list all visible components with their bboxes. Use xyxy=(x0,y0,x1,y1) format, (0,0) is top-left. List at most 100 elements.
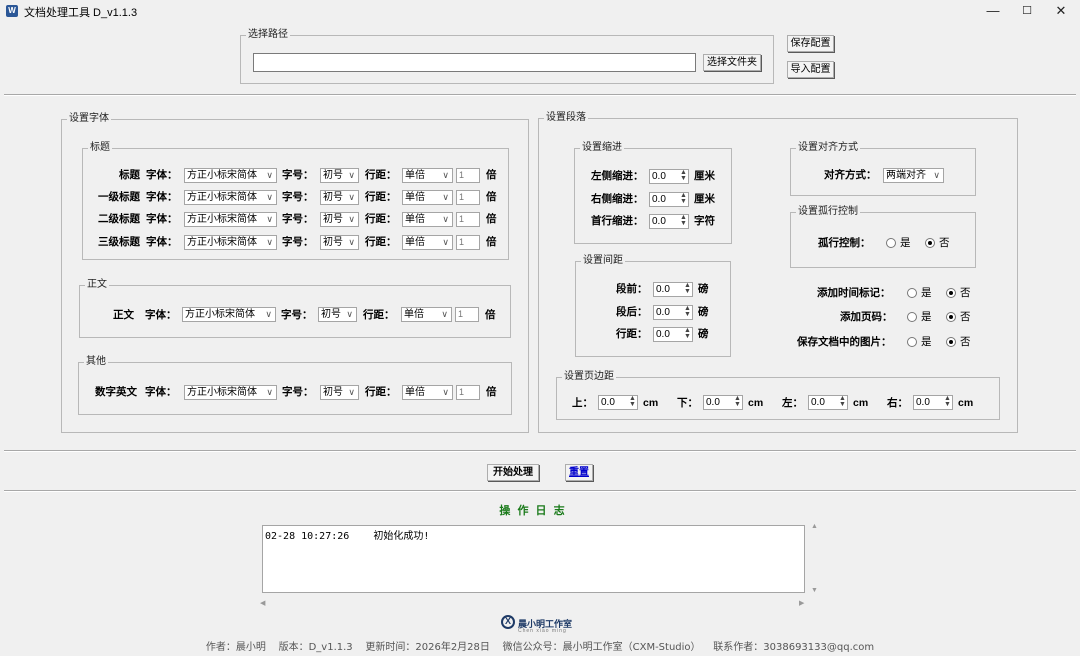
footer-info: 作者：晨小明 版本：D_v1.1.3 更新时间：2026年2月28日 微信公众号… xyxy=(205,642,875,653)
orphan-yes-radio[interactable] xyxy=(886,238,896,248)
keep-images-label: 保存文档中的图片： xyxy=(797,336,892,348)
margin-top-spinbox[interactable]: 0.0 ▲ ▼ xyxy=(598,395,638,410)
first-indent-spinbox[interactable]: 0.0 ▲ ▼ xyxy=(649,214,689,229)
import-config-button[interactable]: 导入配置 xyxy=(787,61,834,78)
spacing-group-title: 设置间距 xyxy=(581,255,625,267)
timestamp-yes-label: 是 xyxy=(921,287,932,299)
other-spacing-select[interactable]: 单倍 ∨ xyxy=(402,385,453,400)
margin-left-spinbox[interactable]: 0.0 ▲ ▼ xyxy=(808,395,848,410)
alignment-value: 两端对齐 xyxy=(886,170,926,181)
heading-size-value: 初号 xyxy=(323,170,343,181)
orphan-no-radio[interactable] xyxy=(925,238,935,248)
studio-pinyin: Chen xiao ming xyxy=(518,628,567,634)
margin-bottom-spinbox[interactable]: 0.0 ▲ ▼ xyxy=(703,395,743,410)
space-after-spinbox[interactable]: 0.0 ▲ ▼ xyxy=(653,305,693,320)
scroll-down-icon[interactable]: ▼ xyxy=(811,587,818,594)
heading-font-select[interactable]: 方正小标宋简体 ∨ xyxy=(184,168,277,183)
browse-folder-button[interactable]: 选择文件夹 xyxy=(703,54,761,71)
alignment-select[interactable]: 两端对齐 ∨ xyxy=(883,168,944,183)
heading-size-select[interactable]: 初号 ∨ xyxy=(320,235,359,250)
scroll-right-icon[interactable]: ▶ xyxy=(799,599,804,607)
heading-font-select[interactable]: 方正小标宋简体 ∨ xyxy=(184,235,277,250)
keep-images-no-radio[interactable] xyxy=(946,337,956,347)
page-number-no-radio[interactable] xyxy=(946,312,956,322)
other-size-label: 字号： xyxy=(282,386,314,398)
save-config-button[interactable]: 保存配置 xyxy=(787,35,834,52)
heading-spacing-select[interactable]: 单倍 ∨ xyxy=(402,212,453,227)
log-title: 操 作 日 志 xyxy=(499,505,567,517)
space-before-spinbox[interactable]: 0.0 ▲ ▼ xyxy=(653,282,693,297)
heading-spacing-label: 行距： xyxy=(365,213,397,225)
space-after-unit: 磅 xyxy=(698,306,709,318)
heading-size-select[interactable]: 初号 ∨ xyxy=(320,190,359,205)
heading-size-value: 初号 xyxy=(323,237,343,248)
timestamp-no-radio[interactable] xyxy=(946,288,956,298)
chevron-down-icon: ∨ xyxy=(266,192,273,202)
separator-top xyxy=(4,94,1076,96)
heading-spacing-select[interactable]: 单倍 ∨ xyxy=(402,168,453,183)
heading-font-select[interactable]: 方正小标宋简体 ∨ xyxy=(184,212,277,227)
left-indent-unit: 厘米 xyxy=(694,170,715,182)
spin-arrows-icon: ▲ ▼ xyxy=(680,169,687,182)
heading-size-value: 初号 xyxy=(323,192,343,203)
scroll-left-icon[interactable]: ◀ xyxy=(260,599,265,607)
heading-spacing-select[interactable]: 单倍 ∨ xyxy=(402,190,453,205)
other-spacing-multiple[interactable]: 1 xyxy=(456,385,480,400)
margin-top-label: 上： xyxy=(572,397,593,409)
reset-button[interactable]: 重置 xyxy=(565,464,593,481)
first-indent-value: 0.0 xyxy=(652,216,666,227)
log-entry: 02-28 10:27:26 初始化成功! xyxy=(265,531,430,542)
other-row-name: 数字英文 xyxy=(95,386,137,398)
heading-spacing-multiple[interactable]: 1 xyxy=(456,190,480,205)
heading-font-select[interactable]: 方正小标宋简体 ∨ xyxy=(184,190,277,205)
left-indent-label: 左侧缩进： xyxy=(591,170,644,182)
other-size-select[interactable]: 初号 ∨ xyxy=(320,385,359,400)
chevron-down-icon: ∨ xyxy=(933,170,940,180)
heading-font-value: 方正小标宋简体 xyxy=(187,192,257,203)
timestamp-yes-radio[interactable] xyxy=(907,288,917,298)
chevron-down-icon: ∨ xyxy=(348,214,355,224)
body-font-select[interactable]: 方正小标宋简体 ∨ xyxy=(182,307,276,322)
indent-group-title: 设置缩进 xyxy=(580,142,624,154)
right-indent-spinbox[interactable]: 0.0 ▲ ▼ xyxy=(649,192,689,207)
heading-spacing-multiple[interactable]: 1 xyxy=(456,235,480,250)
body-size-select[interactable]: 初号 ∨ xyxy=(318,307,357,322)
margin-bottom-label: 下： xyxy=(677,397,698,409)
other-group-title: 其他 xyxy=(84,356,108,368)
body-font-value: 方正小标宋简体 xyxy=(185,309,255,320)
heading-size-select[interactable]: 初号 ∨ xyxy=(320,168,359,183)
body-spacing-select[interactable]: 单倍 ∨ xyxy=(401,307,452,322)
scroll-up-icon[interactable]: ▲ xyxy=(811,523,818,530)
line-spacing-spinbox[interactable]: 0.0 ▲ ▼ xyxy=(653,327,693,342)
first-indent-label: 首行缩进： xyxy=(591,215,644,227)
left-indent-spinbox[interactable]: 0.0 ▲ ▼ xyxy=(649,169,689,184)
other-font-select[interactable]: 方正小标宋简体 ∨ xyxy=(184,385,277,400)
heading-spacing-label: 行距： xyxy=(365,236,397,248)
orphan-control-title: 设置孤行控制 xyxy=(796,206,860,218)
spin-arrows-icon: ▲ ▼ xyxy=(684,327,691,340)
page-number-yes-radio[interactable] xyxy=(907,312,917,322)
other-spacing-label: 行距： xyxy=(365,386,397,398)
heading-spacing-select[interactable]: 单倍 ∨ xyxy=(402,235,453,250)
margin-right-spinbox[interactable]: 0.0 ▲ ▼ xyxy=(913,395,953,410)
orphan-no-label: 否 xyxy=(939,237,950,249)
path-input[interactable] xyxy=(253,53,696,72)
title-bar[interactable]: W 文档处理工具 D_v1.1.3 — ☐ ✕ xyxy=(0,0,1080,22)
body-spacing-multiple[interactable]: 1 xyxy=(455,307,479,322)
minimize-button[interactable]: — xyxy=(975,0,1011,22)
heading-size-select[interactable]: 初号 ∨ xyxy=(320,212,359,227)
window-title: 文档处理工具 D_v1.1.3 xyxy=(24,7,138,19)
heading-spacing-multiple[interactable]: 1 xyxy=(456,212,480,227)
keep-images-yes-radio[interactable] xyxy=(907,337,917,347)
heading-spacing-multiple[interactable]: 1 xyxy=(456,168,480,183)
orphan-control-label: 孤行控制： xyxy=(818,237,871,249)
close-button[interactable]: ✕ xyxy=(1043,0,1079,22)
heading-font-label: 字体： xyxy=(146,213,178,225)
orphan-yes-label: 是 xyxy=(900,237,911,249)
log-textarea[interactable]: 02-28 10:27:26 初始化成功! xyxy=(262,525,805,593)
margin-right-unit: cm xyxy=(958,397,974,409)
maximize-button[interactable]: ☐ xyxy=(1009,0,1045,22)
start-processing-button[interactable]: 开始处理 xyxy=(487,464,539,481)
space-after-value: 0.0 xyxy=(656,307,670,318)
line-spacing-value: 0.0 xyxy=(656,329,670,340)
